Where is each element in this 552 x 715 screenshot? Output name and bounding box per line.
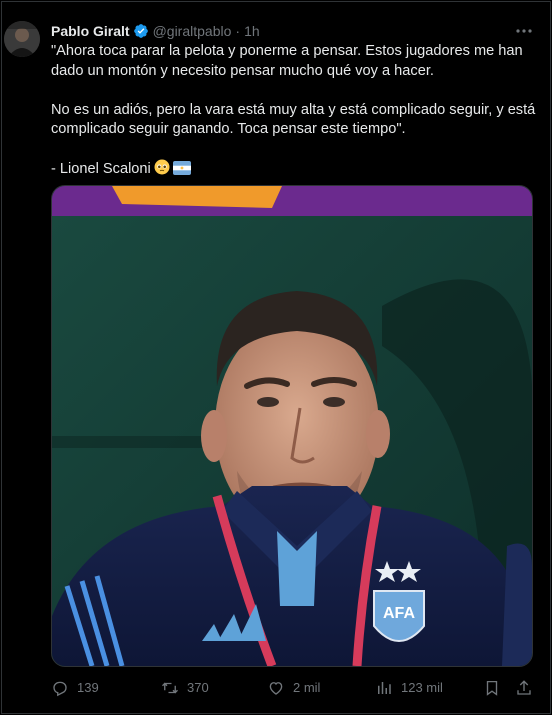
reply-count: 139 xyxy=(77,680,99,695)
more-options-icon[interactable] xyxy=(514,22,534,40)
tweet-paragraph-2: No es un adiós, pero la vara está muy al… xyxy=(51,101,536,138)
tweet-paragraph-1: "Ahora toca parar la pelota y ponerme a … xyxy=(51,43,523,79)
like-count: 2 mil xyxy=(293,680,321,695)
tweet-actions: 139 370 2 mil 123 mil xyxy=(51,678,539,698)
tweet-timestamp[interactable]: 1h xyxy=(244,22,260,40)
reply-button[interactable]: 139 xyxy=(51,678,99,698)
views-button[interactable]: 123 mil xyxy=(375,678,443,698)
avatar-image xyxy=(4,21,40,57)
tweet-photo[interactable]: AFA xyxy=(51,185,533,667)
photo-image: AFA xyxy=(52,186,532,666)
retweet-button[interactable]: 370 xyxy=(161,678,209,698)
analytics-icon xyxy=(378,682,391,694)
tweet-card[interactable]: Pablo Giralt @giraltpablo · 1h "Ahora to… xyxy=(1,1,551,714)
argentina-flag-emoji-icon xyxy=(172,161,191,182)
author-avatar[interactable] xyxy=(4,21,40,57)
reply-icon xyxy=(53,681,67,697)
tweet-signature-line: - Lionel Scaloni xyxy=(51,159,539,182)
share-button[interactable] xyxy=(515,678,541,698)
retweet-icon xyxy=(162,682,178,694)
verified-badge-icon[interactable] xyxy=(133,23,149,39)
author-handle[interactable]: @giraltpablo xyxy=(153,22,232,40)
shirt-crest-text: AFA xyxy=(383,605,415,622)
tweet-text: "Ahora toca parar la pelota y ponerme a … xyxy=(51,42,539,182)
like-button[interactable]: 2 mil xyxy=(267,678,320,698)
tweet-header: Pablo Giralt @giraltpablo · 1h xyxy=(51,22,260,40)
header-separator: · xyxy=(235,23,241,39)
pleading-face-emoji-icon xyxy=(154,159,170,182)
retweet-count: 370 xyxy=(187,680,209,695)
bookmark-button[interactable] xyxy=(483,678,509,698)
views-count: 123 mil xyxy=(401,680,443,695)
tweet-paragraph-3: - Lionel Scaloni xyxy=(51,161,151,177)
bookmark-icon xyxy=(486,680,498,696)
author-name[interactable]: Pablo Giralt xyxy=(51,22,130,40)
share-icon xyxy=(517,680,531,695)
heart-icon xyxy=(269,682,283,695)
